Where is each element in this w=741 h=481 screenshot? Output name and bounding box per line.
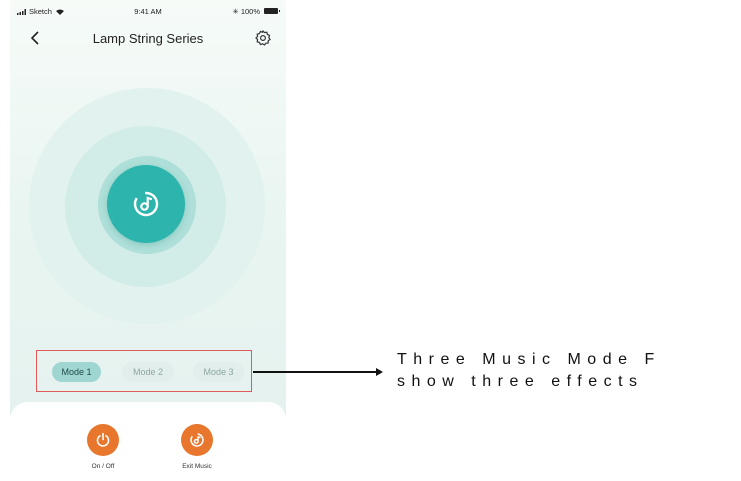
gear-icon [255,30,271,46]
mode-3-button[interactable]: Mode 3 [193,362,244,382]
annotation-line-1: Three Music Mode F [397,351,661,368]
mode-1-button[interactable]: Mode 1 [52,362,101,382]
music-note-icon [190,433,204,447]
battery-percentage: ✳ 100% [232,7,260,16]
bluetooth-icon: ✳ [232,7,239,16]
music-note-icon [133,191,159,217]
music-play-button[interactable] [107,165,185,243]
battery-value: 100% [240,7,260,16]
exit-music-button[interactable] [181,424,213,456]
status-bar: Sketch 9:41 AM ✳ 100% [10,0,286,22]
battery-icon [264,8,280,14]
phone-screen: Sketch 9:41 AM ✳ 100% Lamp String Series [10,0,286,481]
nav-bar: Lamp String Series [10,24,286,54]
callout-line [253,371,378,373]
annotation-line-2: show three effects [397,373,644,390]
settings-button[interactable] [252,27,274,49]
bottom-control-panel [10,402,286,481]
power-button[interactable] [87,424,119,456]
mode-selector-highlight: Mode 1 Mode 2 Mode 3 [36,350,252,392]
power-control: On / Off [68,424,138,470]
exit-music-label: Exit Music [182,463,212,470]
mode-2-button[interactable]: Mode 2 [122,362,174,382]
power-label: On / Off [91,463,115,470]
page-title: Lamp String Series [92,31,204,46]
exit-music-control: Exit Music [162,424,232,470]
power-icon [96,432,110,447]
callout-arrow-icon [376,368,383,376]
annotation-text: Three Music Mode F show three effects [397,349,741,393]
